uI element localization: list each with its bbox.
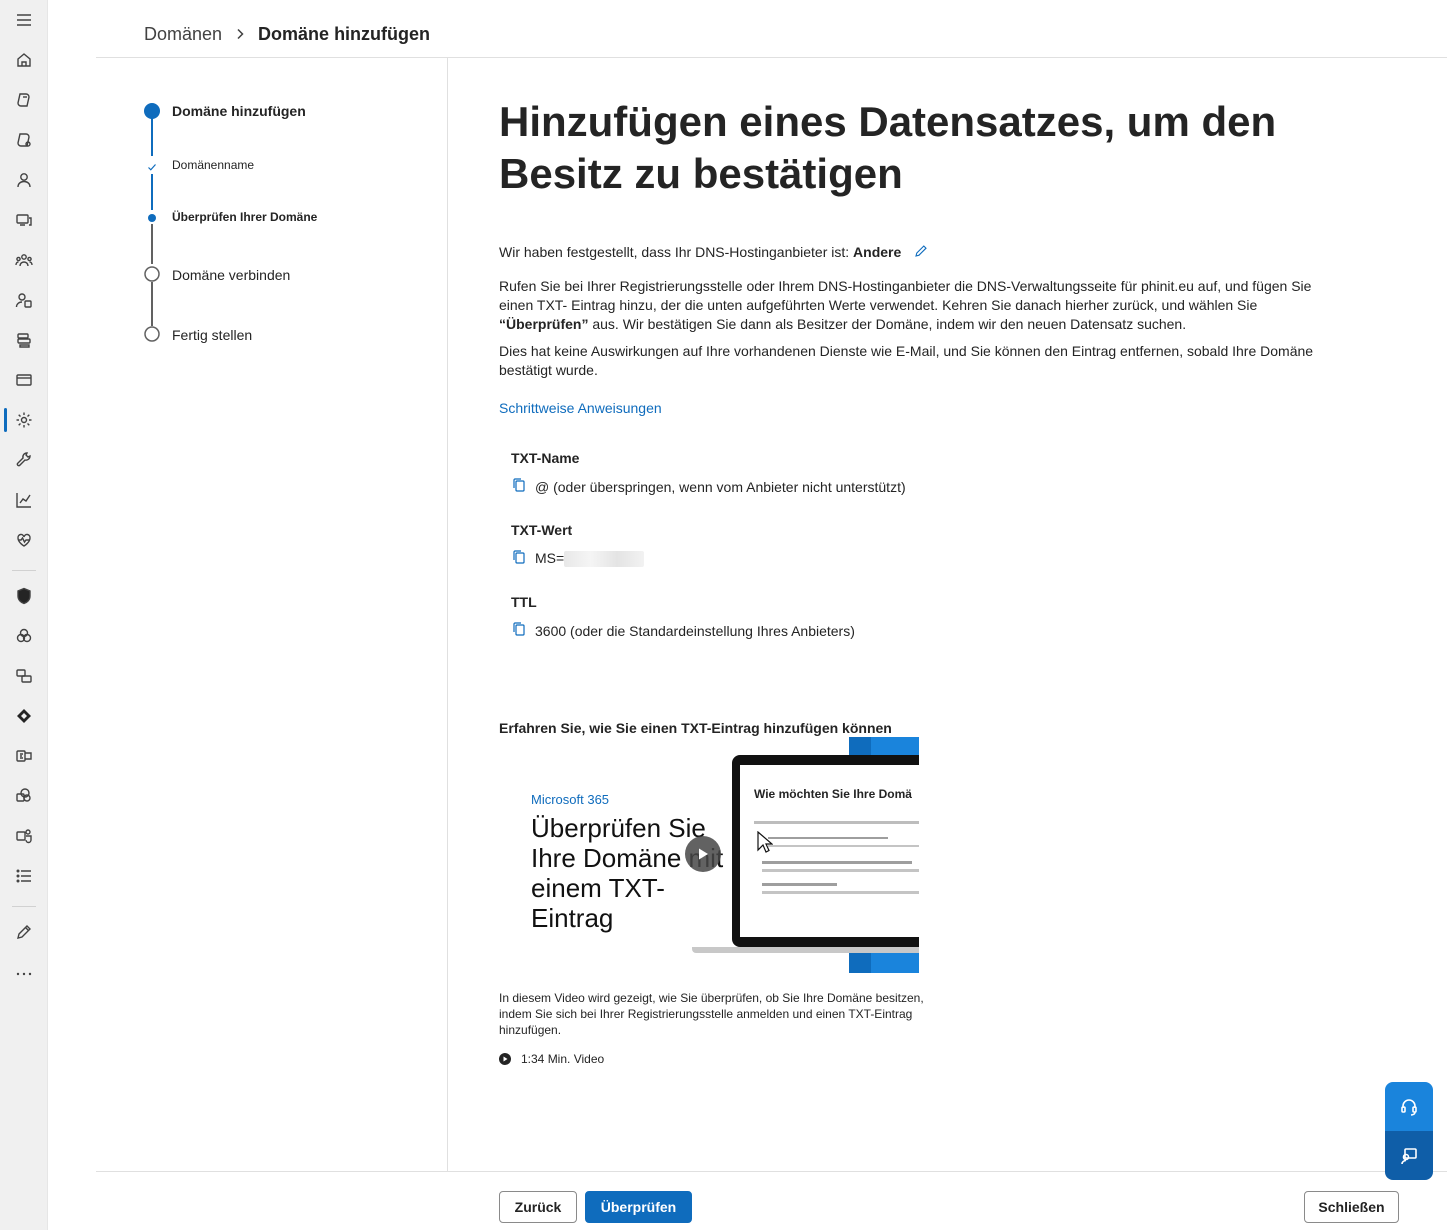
page-title: Hinzufügen eines Datensatzes, um den Bes…: [499, 98, 1277, 197]
txt-name-label: TXT-Name: [511, 450, 580, 466]
all-admin-centers-icon[interactable]: [12, 864, 36, 888]
support-headset-icon[interactable]: [1385, 1082, 1433, 1131]
ttl-row: 3600 (oder die Standardeinstellung Ihres…: [511, 621, 855, 640]
video-heading: Erfahren Sie, wie Sie einen TXT-Eintrag …: [499, 720, 892, 736]
back-button[interactable]: Zurück: [499, 1191, 577, 1223]
txt-value-row: MS=: [511, 549, 645, 568]
azure-ad-icon[interactable]: [12, 704, 36, 728]
detected-provider-text: Wir haben festgestellt, dass Ihr DNS-Hos…: [499, 243, 1319, 264]
step-verify-domain: Überprüfen Ihrer Domäne: [172, 210, 318, 224]
users-icon[interactable]: [12, 168, 36, 192]
video-thumbnail[interactable]: Wie möchten Sie Ihre Domä Microsoft 365 …: [499, 737, 919, 973]
copilot-settings-icon[interactable]: [12, 128, 36, 152]
video-meta: 1:34 Min. Video: [499, 1052, 604, 1066]
more-icon[interactable]: [12, 960, 36, 984]
txt-name-value: @ (oder überspringen, wenn vom Anbieter …: [535, 478, 906, 495]
screen-bar: [768, 837, 888, 839]
left-nav-rail: [0, 0, 48, 1230]
breadcrumb-domains-link[interactable]: Domänen: [144, 24, 222, 45]
cursor-icon: [757, 831, 773, 853]
copy-icon[interactable]: [511, 477, 527, 496]
setup-icon[interactable]: [12, 448, 36, 472]
exchange-icon[interactable]: [12, 744, 36, 768]
txt-name-row: @ (oder überspringen, wenn vom Anbieter …: [511, 477, 906, 496]
video-duration: 1:34 Min. Video: [521, 1052, 605, 1066]
step-by-step-link[interactable]: Schrittweise Anweisungen: [499, 400, 662, 416]
chevron-right-icon: [234, 24, 246, 45]
health-icon[interactable]: [12, 528, 36, 552]
screen-bar: [762, 883, 837, 886]
provider-name: Andere: [853, 244, 902, 260]
copy-icon[interactable]: [511, 549, 527, 568]
step-finish: Fertig stellen: [172, 327, 253, 343]
edit-pencil-icon[interactable]: [913, 243, 929, 264]
step-connector: [151, 174, 153, 210]
copilot-icon[interactable]: [12, 88, 36, 112]
video-decor: [871, 953, 919, 973]
endpoint-icon[interactable]: [12, 664, 36, 688]
ttl-value: 3600 (oder die Standardeinstellung Ihres…: [535, 622, 855, 639]
header-divider: [96, 57, 1447, 58]
impact-paragraph: Dies hat keine Auswirkungen auf Ihre vor…: [499, 343, 1314, 378]
screen-bar: [762, 869, 919, 872]
home-icon[interactable]: [12, 48, 36, 72]
rail-divider: [12, 570, 36, 571]
screen-bar: [768, 845, 919, 847]
devices-icon[interactable]: [12, 208, 36, 232]
video-decor: [871, 737, 919, 757]
step-pending-icon: [144, 266, 160, 282]
screen-title: Wie möchten Sie Ihre Domä: [754, 787, 912, 801]
video-headline: Überprüfen Sie Ihre Domäne mit einem TXT…: [531, 813, 724, 933]
step-domain-name: Domänenname: [172, 158, 255, 172]
step-active-sub-icon: [148, 214, 156, 222]
breadcrumb: Domänen Domäne hinzufügen: [144, 24, 430, 45]
settings-icon[interactable]: [12, 408, 36, 432]
play-icon[interactable]: [685, 836, 721, 872]
copy-icon[interactable]: [511, 621, 527, 640]
verify-button[interactable]: Überprüfen: [585, 1191, 692, 1223]
customize-icon[interactable]: [12, 920, 36, 944]
rail-active-indicator: [4, 408, 7, 432]
sharepoint-icon[interactable]: [12, 784, 36, 808]
security-icon[interactable]: [12, 584, 36, 608]
step-add-domain: Domäne hinzufügen: [172, 103, 306, 119]
teams-icon[interactable]: [12, 824, 36, 848]
footer-divider: [96, 1171, 1447, 1172]
breadcrumb-current: Domäne hinzufügen: [258, 24, 431, 44]
instructions-paragraph: Rufen Sie bei Ihrer Registrierungsstelle…: [499, 278, 1312, 332]
screen-bar: [762, 891, 919, 894]
step-connector: [151, 118, 153, 156]
teams-groups-icon[interactable]: [12, 248, 36, 272]
roles-icon[interactable]: [12, 288, 36, 312]
play-circle-icon: [499, 1053, 511, 1065]
menu-icon[interactable]: [12, 8, 36, 32]
txt-value-label: TXT-Wert: [511, 522, 573, 538]
video-brand: Microsoft 365: [531, 792, 610, 807]
ttl-label: TTL: [511, 594, 537, 610]
wizard-divider: [447, 58, 448, 1171]
billing-icon[interactable]: [12, 368, 36, 392]
compliance-icon[interactable]: [12, 624, 36, 648]
help-panel: [1385, 1082, 1433, 1180]
redacted-value: [564, 551, 645, 568]
feedback-icon[interactable]: [1385, 1131, 1433, 1180]
txt-value: MS=: [535, 550, 645, 568]
reports-icon[interactable]: [12, 488, 36, 512]
close-button[interactable]: Schließen: [1304, 1191, 1399, 1223]
step-connect-domain: Domäne verbinden: [172, 267, 291, 283]
rail-divider: [12, 906, 36, 907]
step-pending-icon: [144, 326, 160, 342]
screen-bar: [754, 821, 919, 824]
resources-icon[interactable]: [12, 328, 36, 352]
laptop-base: [692, 947, 919, 953]
video-description: In diesem Video wird gezeigt, wie Sie üb…: [499, 991, 924, 1037]
step-connector: [151, 282, 153, 326]
checkmark-icon: [148, 164, 156, 171]
step-current-icon: [144, 103, 160, 119]
screen-bar: [762, 861, 912, 864]
step-connector: [151, 224, 153, 264]
